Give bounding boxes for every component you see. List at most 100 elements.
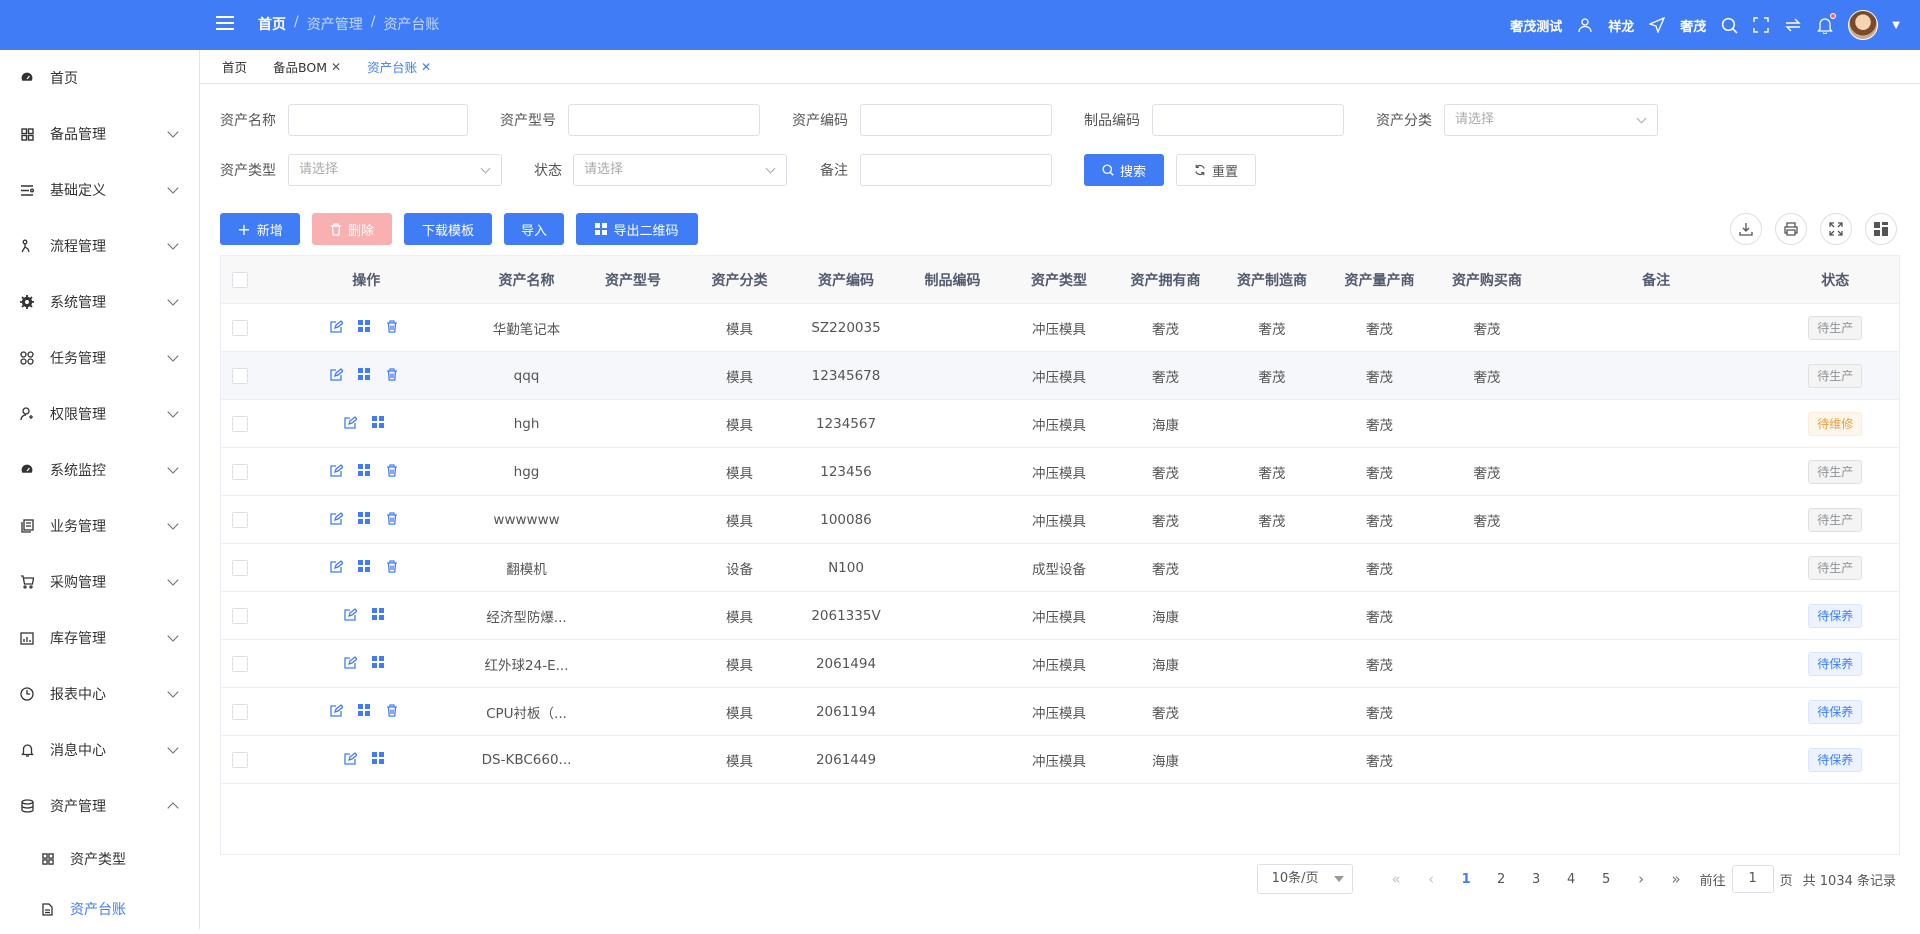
edit-icon[interactable] <box>344 607 360 624</box>
row-checkbox[interactable] <box>221 319 259 336</box>
table-row[interactable]: qqq 模具 12345678 冲压模具 奢茂 奢茂 奢茂 奢茂 待生产 <box>221 352 1899 400</box>
edit-icon[interactable] <box>330 703 346 720</box>
asset-type-select[interactable]: 请选择 <box>288 154 502 186</box>
sidebar-subitem-asset-type[interactable]: 资产类型 <box>0 834 199 884</box>
page-number[interactable]: 4 <box>1554 872 1589 887</box>
delete-icon[interactable] <box>386 703 402 720</box>
table-row[interactable]: DS-KBC660... 模具 2061449 冲压模具 海康 奢茂 待保养 <box>221 736 1899 784</box>
sidebar-item-process[interactable]: 流程管理 <box>0 218 199 274</box>
sidebar-subitem-asset-ledger[interactable]: 资产台账 <box>0 884 199 934</box>
edit-icon[interactable] <box>330 559 346 576</box>
caret-down-icon[interactable]: ▼ <box>1892 20 1900 31</box>
row-checkbox[interactable] <box>221 367 259 384</box>
download-icon[interactable] <box>1730 213 1762 245</box>
qrcode-icon[interactable] <box>372 655 388 672</box>
delete-icon[interactable] <box>386 319 402 336</box>
bell-icon[interactable] <box>1816 13 1837 34</box>
qrcode-icon[interactable] <box>372 415 388 432</box>
delete-icon[interactable] <box>386 367 402 384</box>
asset-category-select[interactable]: 请选择 <box>1444 104 1658 136</box>
row-checkbox[interactable] <box>221 415 259 432</box>
user-name[interactable]: 祥龙 <box>1608 16 1634 35</box>
remark-input[interactable] <box>860 154 1052 186</box>
page-size-select[interactable]: 10条/页 <box>1256 864 1353 894</box>
sidebar-item-reports[interactable]: 报表中心 <box>0 666 199 722</box>
row-checkbox[interactable] <box>221 463 259 480</box>
sidebar-item-basic-definition[interactable]: 基础定义 <box>0 162 199 218</box>
last-page-icon[interactable]: » <box>1659 870 1694 888</box>
close-icon[interactable]: ✕ <box>421 60 431 74</box>
reset-button[interactable]: 重置 <box>1176 154 1256 186</box>
fullscreen-icon[interactable] <box>1752 16 1770 34</box>
row-checkbox[interactable] <box>221 511 259 528</box>
print-icon[interactable] <box>1775 213 1807 245</box>
download-template-button[interactable]: 下载模板 <box>404 213 492 245</box>
sidebar-item-purchase[interactable]: 采购管理 <box>0 554 199 610</box>
edit-icon[interactable] <box>330 319 346 336</box>
breadcrumb-home[interactable]: 首页 <box>258 14 286 34</box>
select-all-checkbox[interactable] <box>221 271 259 288</box>
row-checkbox[interactable] <box>221 559 259 576</box>
product-code-input[interactable] <box>1152 104 1344 136</box>
edit-icon[interactable] <box>330 511 346 528</box>
qrcode-icon[interactable] <box>358 319 374 336</box>
search-button[interactable]: 搜索 <box>1084 154 1164 186</box>
add-button[interactable]: + 新增 <box>220 213 300 245</box>
import-button[interactable]: 导入 <box>504 213 564 245</box>
table-row[interactable]: hgh 模具 1234567 冲压模具 海康 奢茂 待维修 <box>221 400 1899 448</box>
edit-icon[interactable] <box>344 751 360 768</box>
goto-page-input[interactable]: 1 <box>1731 865 1774 893</box>
asset-code-input[interactable] <box>860 104 1052 136</box>
columns-icon[interactable] <box>1865 213 1897 245</box>
sidebar-item-assets[interactable]: 资产管理 <box>0 778 199 834</box>
sidebar-item-monitor[interactable]: 系统监控 <box>0 442 199 498</box>
delete-button[interactable]: 删除 <box>312 213 392 245</box>
asset-name-input[interactable] <box>288 104 468 136</box>
sidebar-item-home[interactable]: 首页 <box>0 50 199 106</box>
qrcode-icon[interactable] <box>358 703 374 720</box>
tab-asset-ledger[interactable]: 资产台账 ✕ <box>367 57 431 76</box>
page-number[interactable]: 1 <box>1449 872 1484 887</box>
search-icon[interactable] <box>1720 16 1738 34</box>
edit-icon[interactable] <box>330 463 346 480</box>
export-qr-button[interactable]: 导出二维码 <box>576 213 698 245</box>
table-row[interactable]: CPU衬板（... 模具 2061194 冲压模具 奢茂 奢茂 待保养 <box>221 688 1899 736</box>
row-checkbox[interactable] <box>221 655 259 672</box>
first-page-icon[interactable]: « <box>1379 870 1414 888</box>
sidebar-item-messages[interactable]: 消息中心 <box>0 722 199 778</box>
switch-icon[interactable] <box>1784 16 1802 34</box>
sidebar-item-permissions[interactable]: 权限管理 <box>0 386 199 442</box>
row-checkbox[interactable] <box>221 703 259 720</box>
table-row[interactable]: 红外球24-E... 模具 2061494 冲压模具 海康 奢茂 待保养 <box>221 640 1899 688</box>
table-row[interactable]: 翻模机 设备 N100 成型设备 奢茂 奢茂 待生产 <box>221 544 1899 592</box>
table-row[interactable]: wwwwww 模具 100086 冲压模具 奢茂 奢茂 奢茂 奢茂 待生产 <box>221 496 1899 544</box>
delete-icon[interactable] <box>386 559 402 576</box>
row-checkbox[interactable] <box>221 607 259 624</box>
tab-spare-bom[interactable]: 备品BOM ✕ <box>273 57 341 76</box>
menu-toggle-icon[interactable] <box>216 16 234 34</box>
delete-icon[interactable] <box>386 511 402 528</box>
location-name[interactable]: 奢茂 <box>1680 16 1706 35</box>
breadcrumb-asset-management[interactable]: 资产管理 <box>307 14 363 34</box>
sidebar-item-inventory[interactable]: 库存管理 <box>0 610 199 666</box>
sidebar-item-system[interactable]: 系统管理 <box>0 274 199 330</box>
table-row[interactable]: 华勤笔记本 模具 SZ220035 冲压模具 奢茂 奢茂 奢茂 奢茂 待生产 <box>221 304 1899 352</box>
prev-page-icon[interactable]: ‹ <box>1414 870 1449 888</box>
page-number[interactable]: 5 <box>1589 872 1624 887</box>
avatar[interactable] <box>1848 10 1879 40</box>
sidebar-item-spare-parts[interactable]: 备品管理 <box>0 106 199 162</box>
qrcode-icon[interactable] <box>358 367 374 384</box>
sidebar-item-tasks[interactable]: 任务管理 <box>0 330 199 386</box>
next-page-icon[interactable]: › <box>1624 870 1659 888</box>
qrcode-icon[interactable] <box>358 511 374 528</box>
edit-icon[interactable] <box>344 655 360 672</box>
qrcode-icon[interactable] <box>372 607 388 624</box>
row-checkbox[interactable] <box>221 751 259 768</box>
page-number[interactable]: 2 <box>1484 872 1519 887</box>
sidebar-item-business[interactable]: 业务管理 <box>0 498 199 554</box>
qrcode-icon[interactable] <box>358 559 374 576</box>
expand-icon[interactable] <box>1820 213 1852 245</box>
page-number[interactable]: 3 <box>1519 872 1554 887</box>
delete-icon[interactable] <box>386 463 402 480</box>
status-select[interactable]: 请选择 <box>573 154 787 186</box>
